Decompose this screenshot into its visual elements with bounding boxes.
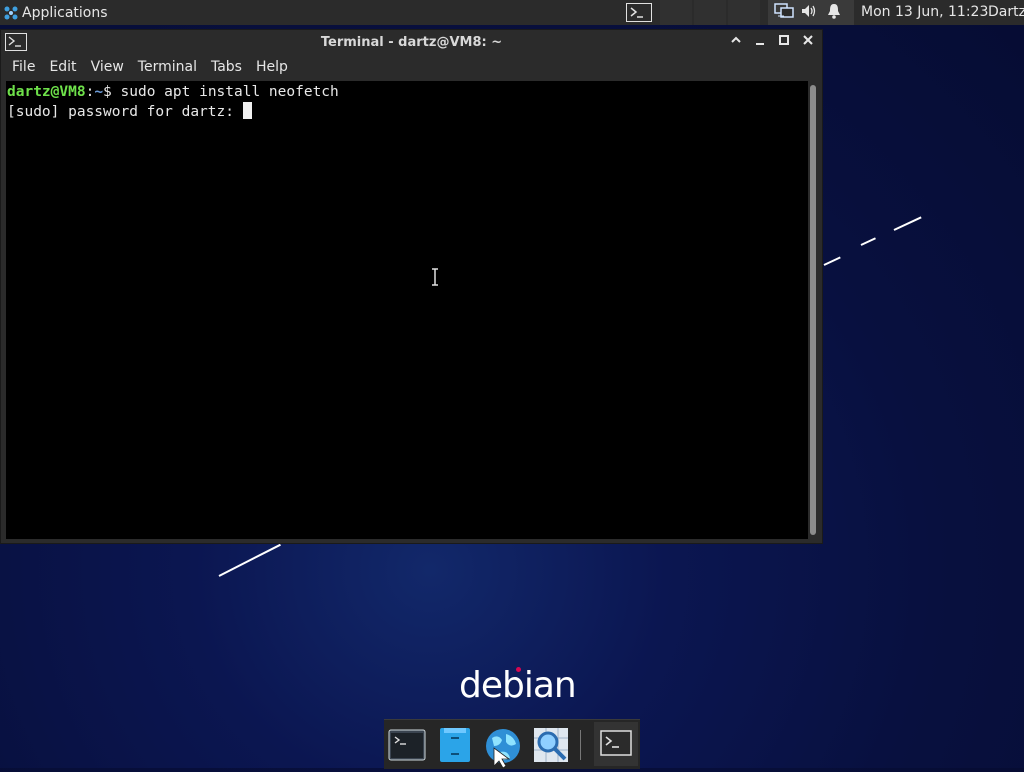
prompt-user: dartz@VM8	[7, 84, 86, 100]
panel-spacer	[728, 0, 760, 25]
clock[interactable]: Mon 13 Jun, 11:23	[861, 4, 988, 20]
command-text: sudo apt install neofetch	[120, 84, 339, 100]
terminal-line: [sudo] password for dartz:	[7, 102, 807, 122]
terminal-scrollbar[interactable]	[809, 81, 817, 539]
magnifier-icon	[534, 728, 568, 762]
window-controls	[728, 34, 816, 50]
maximize-button[interactable]	[776, 34, 792, 50]
desktop-decoration-line	[893, 216, 922, 231]
dock-web-browser-launcher[interactable]	[482, 726, 520, 769]
web-browser-icon	[486, 729, 520, 769]
panel-spacer	[660, 0, 692, 25]
top-panel: Applications Mon 13 Jun, 11:23 Dartz	[0, 0, 1024, 25]
menu-help[interactable]: Help	[249, 59, 295, 75]
minimize-button[interactable]	[752, 34, 768, 50]
file-manager-icon	[440, 728, 470, 762]
menu-file[interactable]: File	[5, 59, 42, 75]
window-title: Terminal - dartz@VM8: ~	[320, 35, 503, 50]
bell-icon[interactable]	[827, 3, 841, 23]
window-titlebar[interactable]: Terminal - dartz@VM8: ~	[1, 30, 822, 56]
panel-spacer	[694, 0, 726, 25]
close-button[interactable]	[800, 34, 816, 50]
terminal-icon	[600, 730, 632, 756]
maximize-icon	[779, 35, 789, 45]
debian-logo-dot	[516, 667, 521, 672]
dock-terminal-window-button[interactable]	[598, 726, 636, 764]
menu-terminal[interactable]: Terminal	[131, 59, 204, 75]
network-icon[interactable]	[774, 2, 794, 24]
dock-terminal-launcher[interactable]	[388, 726, 426, 764]
text-cursor	[242, 102, 252, 119]
volume-icon[interactable]	[801, 3, 817, 23]
desktop-decoration-line	[823, 256, 841, 266]
applications-label: Applications	[22, 4, 108, 21]
prompt-separator: :	[85, 84, 95, 100]
menu-edit[interactable]: Edit	[42, 59, 83, 75]
desktop-decoration-line	[860, 237, 876, 246]
terminal-window[interactable]: Terminal - dartz@VM8: ~ File Edit View T…	[0, 29, 823, 544]
menu-tabs[interactable]: Tabs	[204, 59, 249, 75]
system-tray	[768, 0, 854, 25]
applications-icon	[4, 6, 18, 19]
dock-file-manager-launcher[interactable]	[436, 726, 474, 764]
minimize-icon	[756, 43, 764, 45]
close-icon	[803, 35, 813, 45]
menu-bar: File Edit View Terminal Tabs Help	[5, 59, 295, 75]
scrollbar-thumb[interactable]	[810, 85, 816, 535]
ibeam-cursor-icon	[432, 268, 438, 286]
chevron-up-icon	[731, 36, 741, 43]
user-menu[interactable]: Dartz	[988, 4, 1024, 20]
prompt-path: ~	[94, 84, 104, 100]
prompt-symbol: $	[103, 84, 121, 100]
applications-menu-button[interactable]: Applications	[0, 0, 112, 25]
terminal-output[interactable]: dartz@VM8:~$ sudo apt install neofetch [s…	[6, 81, 808, 539]
shade-button[interactable]	[728, 34, 744, 50]
terminal-icon	[626, 2, 652, 22]
dock-separator	[580, 730, 581, 760]
taskbar-terminal-button[interactable]	[624, 1, 654, 23]
terminal-line: dartz@VM8:~$ sudo apt install neofetch	[7, 83, 807, 102]
sudo-password-prompt: [sudo] password for dartz:	[7, 104, 243, 120]
desktop-decoration-line	[218, 543, 281, 577]
dock-app-finder-launcher[interactable]	[532, 726, 570, 764]
menu-view[interactable]: View	[84, 59, 131, 75]
dock	[384, 719, 640, 769]
terminal-icon	[388, 729, 426, 761]
